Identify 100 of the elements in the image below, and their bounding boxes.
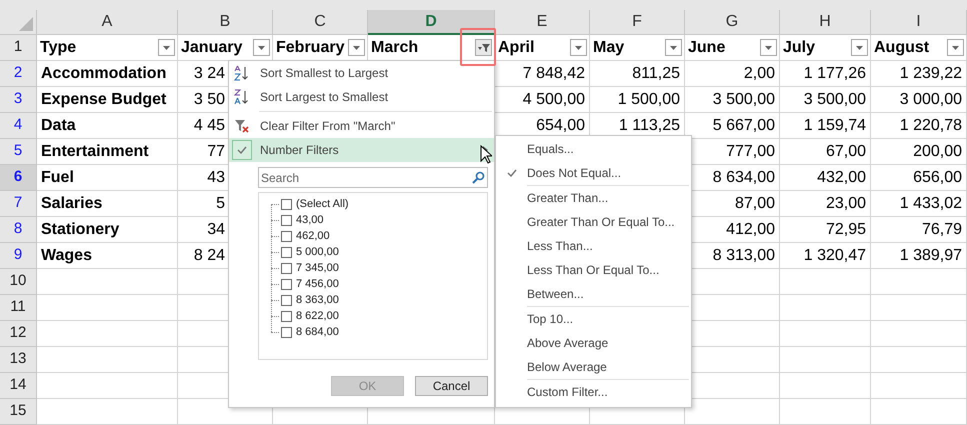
menu-item[interactable]: Equals... — [496, 137, 691, 161]
row-header[interactable]: 13 — [0, 347, 37, 373]
value-label[interactable]: 7 345,00 — [296, 260, 339, 276]
table-cell-text: 412,00 — [726, 220, 775, 240]
row-header[interactable]: 4 — [0, 113, 37, 139]
row-header[interactable]: 7 — [0, 191, 37, 217]
menu-item[interactable]: Number Filters — [229, 138, 494, 162]
value-label[interactable]: 43,00 — [296, 212, 324, 228]
table-cell-text: 1 177,26 — [804, 64, 866, 84]
checkbox[interactable] — [281, 294, 292, 306]
row-header[interactable]: 12 — [0, 321, 37, 347]
column-header[interactable]: F — [590, 10, 685, 35]
menu-item[interactable]: Sort Largest to Smallest — [229, 85, 494, 109]
row-header[interactable]: 11 — [0, 295, 37, 321]
column-header[interactable]: B — [178, 10, 273, 35]
menu-item[interactable]: Does Not Equal... — [496, 161, 691, 185]
row-header[interactable]: 8 — [0, 217, 37, 243]
value-label[interactable]: 5 000,00 — [296, 244, 339, 260]
table-cell-text: 3 000,00 — [900, 90, 962, 110]
value-label[interactable]: (Select All) — [296, 196, 349, 212]
checkbox[interactable] — [281, 310, 292, 322]
filter-dropdown-button[interactable] — [570, 39, 587, 56]
column-header[interactable]: I — [871, 10, 967, 35]
menu-item[interactable]: Between... — [496, 282, 691, 306]
search-field[interactable]: Search — [258, 167, 488, 188]
caret-icon — [856, 46, 863, 50]
filter-dropdown-button[interactable] — [348, 39, 365, 56]
menu-item[interactable]: Greater Than... — [496, 186, 691, 210]
checkbox[interactable] — [281, 262, 292, 274]
menu-item[interactable]: Top 10... — [496, 307, 691, 331]
table-cell-text: 8 634,00 — [712, 168, 775, 188]
filter-dropdown-button[interactable] — [475, 39, 492, 56]
table-cell-text: Wages — [41, 246, 92, 266]
menu-item[interactable]: Sort Smallest to Largest — [229, 61, 494, 85]
header-text: August — [874, 38, 930, 58]
checkbox[interactable] — [281, 326, 292, 338]
table-cell-text: 2,00 — [744, 64, 775, 84]
filter-dropdown-button[interactable] — [253, 39, 270, 56]
checkbox[interactable] — [281, 214, 292, 226]
column-header[interactable]: H — [780, 10, 871, 35]
value-label[interactable]: 8 622,00 — [296, 308, 339, 324]
menu-item[interactable]: Clear Filter From "March" — [229, 114, 494, 138]
table-cell-text: Accommodation — [41, 64, 166, 84]
filter-dropdown-button[interactable] — [665, 39, 682, 56]
header-text: May — [593, 38, 624, 58]
table-cell-text: 1 500,00 — [618, 90, 680, 110]
value-label[interactable]: 8 363,00 — [296, 292, 339, 308]
column-header[interactable]: D — [368, 10, 495, 35]
table-cell-text: 87,00 — [734, 194, 775, 214]
row-header[interactable]: 6 — [0, 165, 37, 191]
table-cell-text: 3 500,00 — [804, 90, 866, 110]
menu-item[interactable]: Above Average — [496, 331, 691, 355]
menu-item[interactable]: Below Average — [496, 355, 691, 379]
caret-icon — [575, 46, 582, 50]
row-header[interactable]: 3 — [0, 87, 37, 113]
table-cell-text: 1 159,74 — [804, 116, 866, 136]
row-header[interactable]: 2 — [0, 61, 37, 87]
header-text: Type — [40, 38, 76, 58]
table-cell-text: 200,00 — [913, 142, 962, 162]
caret-icon — [765, 46, 772, 50]
table-cell-text: 43 — [207, 168, 225, 188]
table-cell-text: Data — [41, 116, 76, 136]
menu-item[interactable]: Greater Than Or Equal To... — [496, 210, 691, 234]
checkbox[interactable] — [281, 246, 292, 258]
table-cell-text: 777,00 — [726, 142, 775, 162]
filter-dropdown-button[interactable] — [851, 39, 868, 56]
table-cell-text: 8 24 — [194, 246, 225, 266]
row-header[interactable]: 5 — [0, 139, 37, 165]
funnel-icon — [478, 42, 490, 52]
table-cell-text: 67,00 — [826, 142, 866, 162]
value-label[interactable]: 8 684,00 — [296, 324, 339, 340]
column-header[interactable]: A — [37, 10, 178, 35]
column-header[interactable]: E — [495, 10, 590, 35]
row-header[interactable]: 14 — [0, 373, 37, 399]
row-header[interactable]: 10 — [0, 269, 37, 295]
column-header[interactable]: G — [685, 10, 780, 35]
table-cell-text: 5 667,00 — [712, 116, 775, 136]
filter-dropdown-button[interactable] — [158, 39, 175, 56]
checkbox[interactable] — [281, 230, 292, 242]
value-label[interactable]: 462,00 — [296, 228, 330, 244]
row-header[interactable]: 15 — [0, 399, 37, 425]
filter-dropdown-button[interactable] — [947, 39, 964, 56]
table-cell-text: 1 389,97 — [900, 246, 962, 266]
caret-icon — [952, 46, 959, 50]
menu-item[interactable]: Less Than... — [496, 234, 691, 258]
filter-dropdown-button[interactable] — [760, 39, 777, 56]
mouse-cursor-icon — [480, 145, 492, 164]
row-header[interactable]: 9 — [0, 243, 37, 269]
table-cell-text: Salaries — [41, 194, 102, 214]
menu-item[interactable]: Less Than Or Equal To... — [496, 258, 691, 282]
cancel-button[interactable]: Cancel — [415, 376, 488, 396]
value-label[interactable]: 7 456,00 — [296, 276, 339, 292]
row-header[interactable]: 1 — [0, 35, 37, 61]
menu-item[interactable]: Custom Filter... — [496, 380, 691, 404]
table-cell-text: 34 — [207, 220, 225, 240]
checkbox[interactable] — [281, 278, 292, 290]
checkbox[interactable] — [281, 198, 292, 210]
search-icon — [472, 171, 485, 184]
header-text: June — [688, 38, 726, 58]
table-cell-text: 4 45 — [194, 116, 225, 136]
